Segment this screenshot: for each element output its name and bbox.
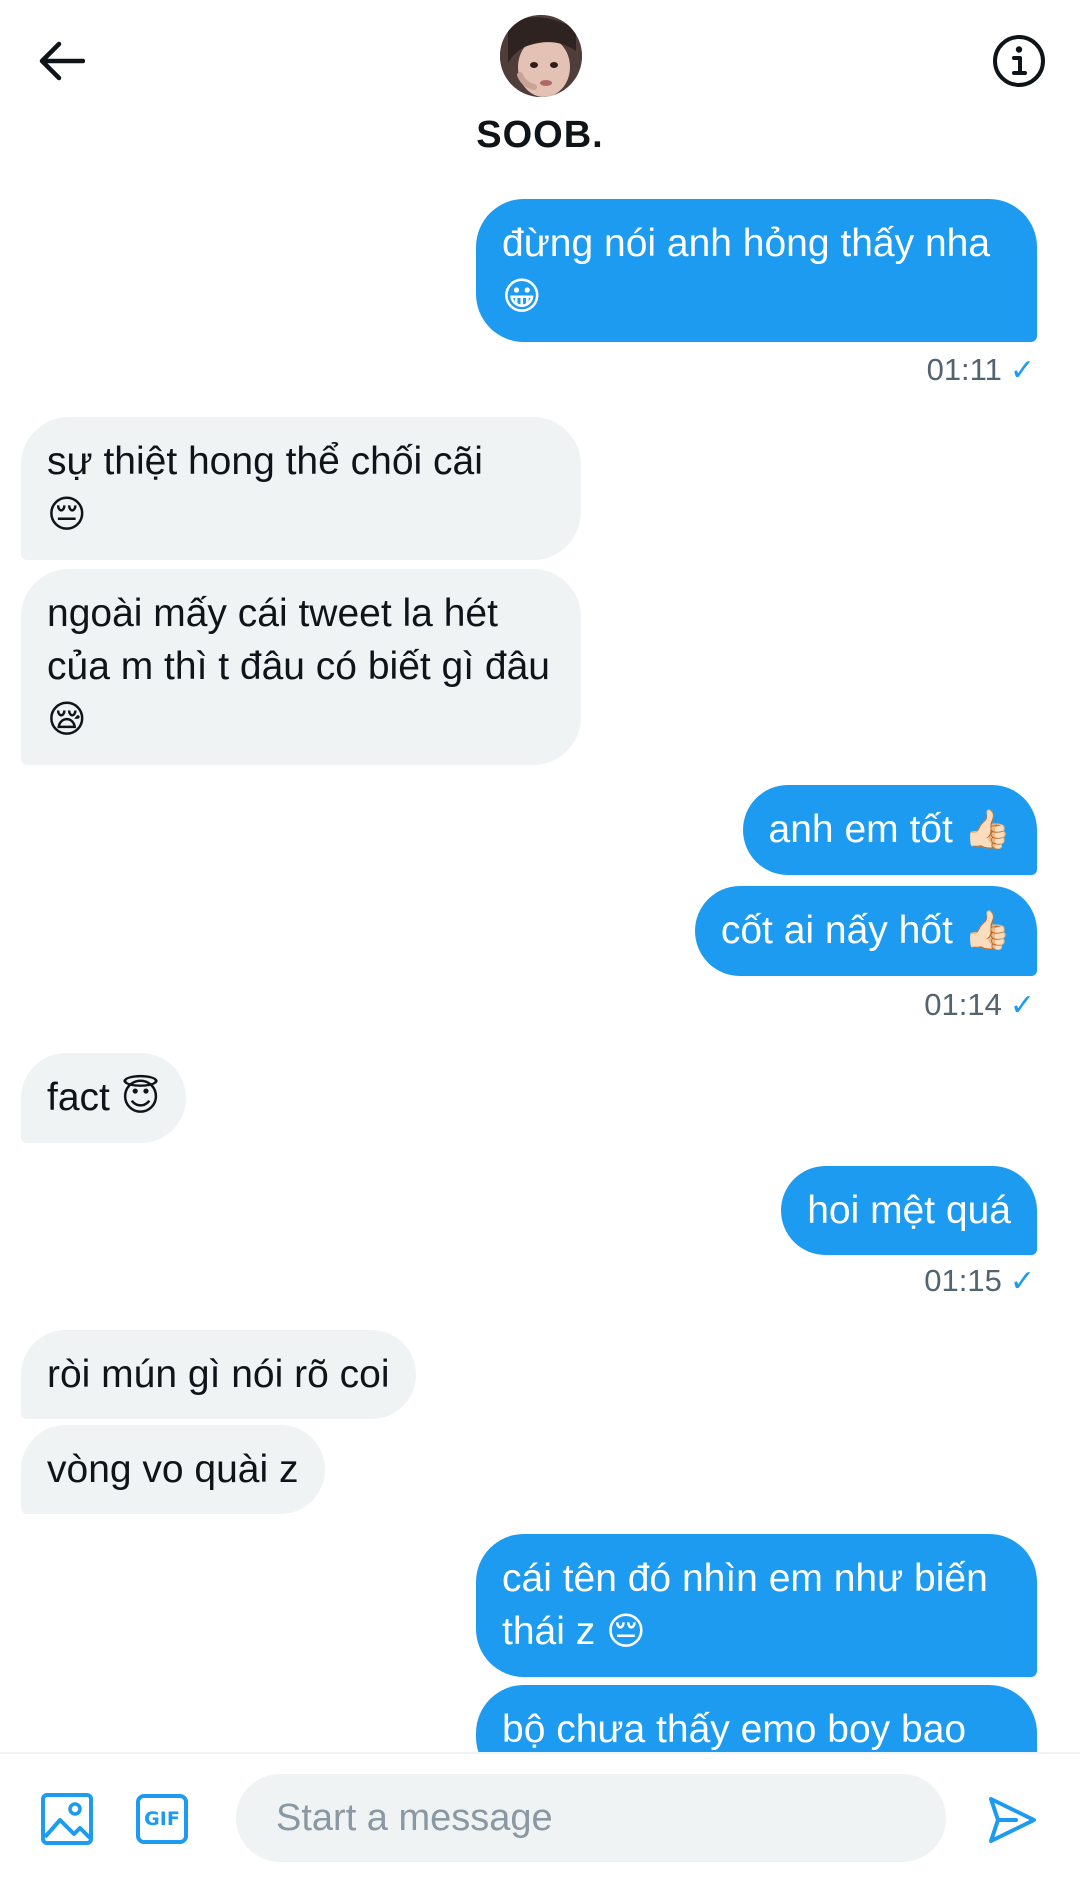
- image-icon: [41, 1793, 93, 1845]
- info-icon: [993, 35, 1045, 87]
- message-text: bộ chưa thấy emo boy bao: [502, 1708, 967, 1751]
- gif-icon: GIF: [136, 1794, 188, 1844]
- check-icon: ✓: [1009, 988, 1035, 1022]
- message-composer: GIF: [0, 1752, 1080, 1885]
- message-bubble-sent[interactable]: cốt ai nấy hốt 👍🏻: [694, 886, 1037, 976]
- message-text: ròi mún gì nói rõ coi: [47, 1353, 390, 1396]
- message-time: 01:15: [924, 1263, 1002, 1298]
- message-bubble-received[interactable]: sự thiệt hong thể chối cãi 😔: [21, 417, 581, 560]
- thumbs-up-emoji: 👍🏻: [963, 910, 1011, 952]
- message-text: sự thiệt hong thể chối cãi: [47, 440, 483, 483]
- message-bubble-received[interactable]: fact 😇: [21, 1053, 187, 1143]
- message-time: 01:14: [924, 987, 1002, 1022]
- send-icon: [989, 1797, 1036, 1843]
- message-meta: 01:14 ✓: [924, 987, 1035, 1023]
- message-text: vòng vo quài z: [47, 1448, 299, 1491]
- message-bubble-sent[interactable]: bộ chưa thấy emo boy bao: [476, 1685, 1037, 1752]
- message-bubble-sent[interactable]: anh em tốt 👍🏻: [742, 785, 1037, 875]
- message-input[interactable]: [236, 1774, 946, 1862]
- message-meta: 01:11 ✓: [927, 352, 1035, 388]
- grinning-emoji: 😀: [502, 276, 542, 318]
- message-bubble-sent[interactable]: đừng nói anh hỏng thấy nha 😀: [476, 199, 1037, 342]
- contact-name[interactable]: SOOB.: [0, 114, 1080, 157]
- message-bubble-sent[interactable]: hoi mệt quá: [781, 1166, 1037, 1255]
- arrow-left-icon: [39, 41, 85, 81]
- add-media-button[interactable]: [38, 1790, 96, 1848]
- info-button[interactable]: [988, 30, 1050, 92]
- message-text: hoi mệt quá: [807, 1189, 1011, 1232]
- gif-label: GIF: [144, 1808, 180, 1830]
- check-icon: ✓: [1009, 1264, 1035, 1298]
- message-list[interactable]: đừng nói anh hỏng thấy nha 😀 01:11 ✓ sự …: [0, 170, 1080, 1752]
- message-time: 01:11: [926, 352, 1002, 387]
- sleepy-emoji: 😪: [47, 699, 87, 741]
- message-bubble-sent[interactable]: cái tên đó nhìn em như biến thái z 😔: [476, 1534, 1037, 1677]
- message-bubble-received[interactable]: ròi mún gì nói rõ coi: [21, 1330, 416, 1419]
- message-text: đừng nói anh hỏng thấy nha: [502, 222, 991, 265]
- message-text: cái tên đó nhìn em như biến thái z: [502, 1557, 988, 1653]
- message-bubble-received[interactable]: vòng vo quài z: [21, 1425, 325, 1514]
- avatar-image: [500, 15, 582, 97]
- message-text: ngoài mấy cái tweet la hét của m thì t đ…: [47, 592, 550, 688]
- message-meta: 01:15 ✓: [924, 1263, 1035, 1299]
- check-icon: ✓: [1009, 353, 1035, 387]
- thumbs-up-emoji: 👍🏻: [963, 809, 1011, 851]
- send-button[interactable]: [982, 1790, 1042, 1850]
- message-text: fact: [47, 1076, 110, 1119]
- avatar[interactable]: [500, 15, 582, 97]
- message-text: cốt ai nấy hốt: [720, 909, 953, 952]
- smiling-halo-emoji: 😇: [120, 1077, 161, 1119]
- message-text: anh em tốt: [768, 808, 953, 851]
- message-bubble-received[interactable]: ngoài mấy cái tweet la hét của m thì t đ…: [21, 569, 581, 765]
- gif-button[interactable]: GIF: [133, 1790, 191, 1848]
- pensive-emoji: 😔: [606, 1611, 646, 1653]
- conversation-header: SOOB.: [0, 0, 1080, 170]
- pensive-emoji: 😔: [47, 494, 87, 536]
- back-button[interactable]: [30, 30, 92, 92]
